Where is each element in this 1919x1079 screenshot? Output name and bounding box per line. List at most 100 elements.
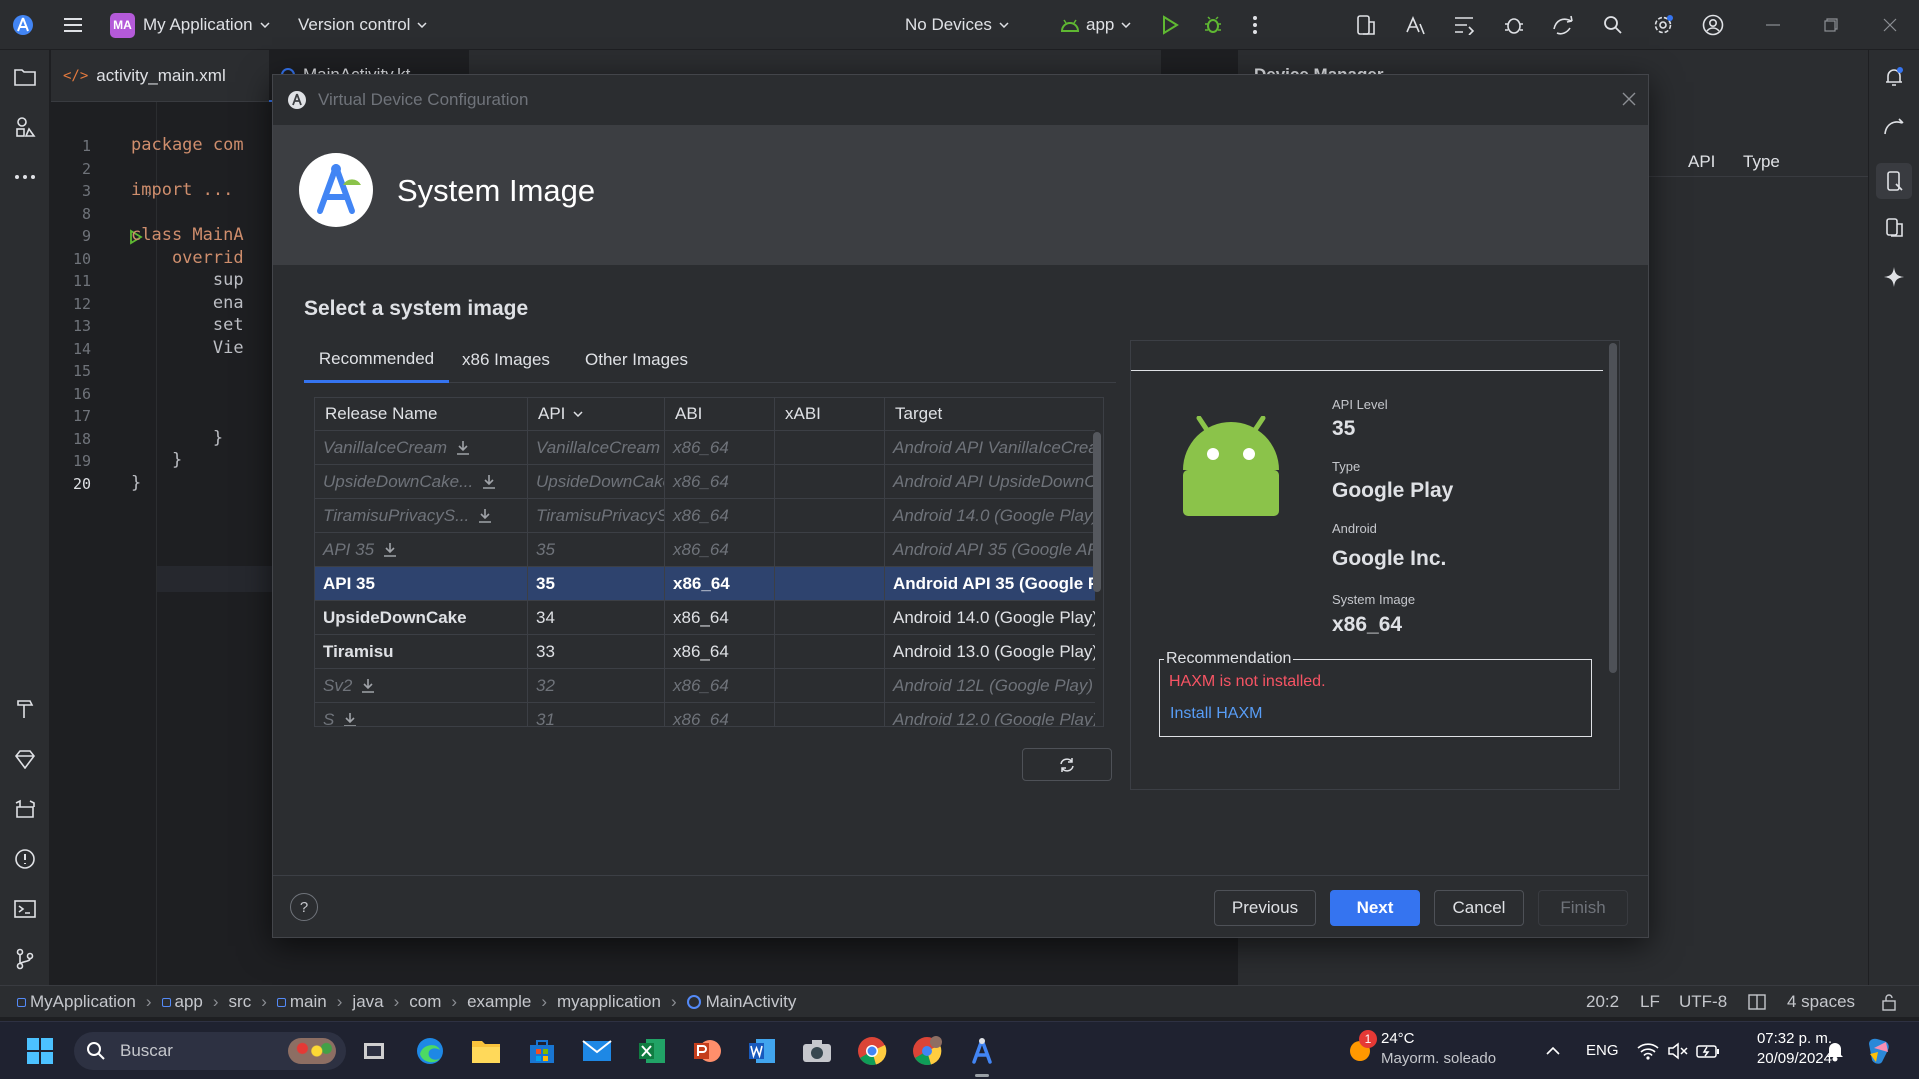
device-selector[interactable]: No Devices <box>905 0 1009 50</box>
account-icon[interactable] <box>1698 10 1728 40</box>
gemini-gem-icon[interactable] <box>11 745 39 773</box>
download-icon[interactable] <box>342 712 358 726</box>
code-line[interactable]: } <box>131 450 182 470</box>
tab-activity-main-xml[interactable]: </> activity_main.xml <box>51 50 261 102</box>
code-line[interactable]: } <box>131 473 141 493</box>
mail-icon[interactable] <box>581 1035 613 1067</box>
breadcrumb-item[interactable]: java <box>352 992 383 1012</box>
download-icon[interactable] <box>481 474 497 490</box>
table-scrollbar[interactable] <box>1093 432 1101 592</box>
restore-icon[interactable] <box>1816 10 1846 40</box>
minimize-icon[interactable] <box>1758 10 1788 40</box>
code-line[interactable]: import ... <box>131 180 233 200</box>
weather-widget[interactable]: 1 24°C Mayorm. soleado <box>1345 1028 1505 1074</box>
clock[interactable]: 07:32 p. m. 20/09/2024 <box>1732 1028 1832 1074</box>
copilot-icon[interactable] <box>1863 1035 1895 1067</box>
code-line[interactable]: sup <box>131 270 244 290</box>
app-inspection-icon[interactable] <box>1499 10 1529 40</box>
resource-manager-icon[interactable] <box>11 113 39 141</box>
previous-button[interactable]: Previous <box>1214 890 1316 926</box>
sync-gradle-icon[interactable] <box>1548 10 1578 40</box>
wifi-icon[interactable] <box>1632 1035 1664 1067</box>
notification-bell-icon[interactable] <box>1819 1035 1851 1067</box>
edge-browser-icon[interactable] <box>414 1035 446 1067</box>
chrome-icon[interactable] <box>856 1035 888 1067</box>
next-button[interactable]: Next <box>1330 890 1420 926</box>
line-separator[interactable]: LF <box>1640 986 1660 1018</box>
table-row[interactable]: API 35 35 x86_64 Android API 35 (Google API… <box>315 532 1095 566</box>
column-release-name[interactable]: Release Name <box>315 398 528 430</box>
excel-icon[interactable] <box>636 1035 668 1067</box>
table-row[interactable]: Sv2 32 x86_64 Android 12L (Google Play) <box>315 668 1095 702</box>
download-icon[interactable] <box>477 508 493 524</box>
table-row[interactable]: S 31 x86_64 Android 12.0 (Google Play) <box>315 702 1095 726</box>
column-type[interactable]: Type <box>1743 152 1780 172</box>
close-dialog-icon[interactable] <box>1622 92 1636 106</box>
code-line[interactable]: Vie <box>131 338 244 358</box>
notifications-bell-icon[interactable] <box>1880 63 1908 91</box>
device-mirror-icon[interactable] <box>1350 10 1380 40</box>
breadcrumb-item[interactable]: src <box>229 992 252 1012</box>
main-menu-icon[interactable] <box>58 10 88 40</box>
table-row[interactable]: API 35 35 x86_64 Android API 35 (Google Pla… <box>315 566 1095 600</box>
table-row[interactable]: UpsideDownCake... UpsideDownCake x86_64 And… <box>315 464 1095 498</box>
word-icon[interactable] <box>746 1035 778 1067</box>
file-encoding[interactable]: UTF-8 <box>1679 986 1727 1018</box>
code-line[interactable]: package com <box>131 135 244 155</box>
gemini-sparkle-icon[interactable] <box>1880 263 1908 291</box>
battery-charging-icon[interactable] <box>1692 1035 1724 1067</box>
android-studio-logo-icon[interactable] <box>8 10 38 40</box>
project-selector[interactable]: MA My Application <box>110 0 270 50</box>
more-tools-icon[interactable] <box>11 163 39 191</box>
camera-icon[interactable] <box>801 1035 833 1067</box>
download-icon[interactable] <box>360 678 376 694</box>
android-studio-taskbar-icon[interactable] <box>966 1035 998 1067</box>
debug-icon[interactable] <box>1198 10 1228 40</box>
breadcrumb-item[interactable]: app <box>175 992 203 1012</box>
vcs-selector[interactable]: Version control <box>298 0 427 50</box>
tab-recommended[interactable]: Recommended <box>304 337 449 383</box>
file-explorer-icon[interactable] <box>470 1035 502 1067</box>
table-row[interactable]: VanillaIceCream VanillaIceCream x86_64 Andr… <box>315 430 1095 464</box>
gemini-translate-icon[interactable] <box>1400 10 1430 40</box>
input-language[interactable]: ENG <box>1586 1042 1619 1059</box>
refresh-button[interactable] <box>1022 748 1112 781</box>
powerpoint-icon[interactable] <box>691 1035 723 1067</box>
details-scrollbar[interactable] <box>1609 343 1617 673</box>
volume-muted-icon[interactable] <box>1662 1035 1694 1067</box>
windows-start-icon[interactable] <box>24 1035 56 1067</box>
column-xabi[interactable]: xABI <box>775 398 885 430</box>
breadcrumb-item[interactable]: example <box>467 992 531 1012</box>
column-api[interactable]: API <box>528 398 665 430</box>
table-row[interactable]: Tiramisu 33 x86_64 Android 13.0 (Google Pla… <box>315 634 1095 668</box>
project-folder-icon[interactable] <box>11 63 39 91</box>
help-button[interactable]: ? <box>290 893 318 921</box>
close-window-icon[interactable] <box>1875 10 1905 40</box>
run-config-selector[interactable]: app <box>1060 0 1131 50</box>
run-icon[interactable] <box>1155 10 1185 40</box>
breadcrumb-item[interactable]: MainActivity <box>706 992 797 1012</box>
code-line[interactable]: class MainA <box>131 225 244 245</box>
settings-gear-icon[interactable] <box>1648 10 1678 40</box>
column-abi[interactable]: ABI <box>665 398 775 430</box>
indent-setting[interactable]: 4 spaces <box>1787 986 1855 1018</box>
problems-icon[interactable] <box>11 845 39 873</box>
tab-other-images[interactable]: Other Images <box>574 337 699 383</box>
breadcrumb-item[interactable]: myapplication <box>557 992 661 1012</box>
code-line[interactable]: overrid <box>131 248 244 268</box>
terminal-icon[interactable] <box>11 895 39 923</box>
download-icon[interactable] <box>455 440 471 456</box>
breadcrumb-item[interactable]: MyApplication <box>30 992 136 1012</box>
download-icon[interactable] <box>382 542 398 558</box>
chrome-profile-icon[interactable] <box>911 1035 943 1067</box>
breadcrumb-item[interactable]: com <box>409 992 441 1012</box>
cancel-button[interactable]: Cancel <box>1434 890 1524 926</box>
lock-icon[interactable] <box>1880 986 1898 1018</box>
device-manager-icon[interactable] <box>1876 163 1912 199</box>
microsoft-store-icon[interactable] <box>526 1035 558 1067</box>
running-devices-icon[interactable] <box>1880 213 1908 241</box>
column-target[interactable]: Target <box>885 398 1103 430</box>
build-hammer-icon[interactable] <box>11 695 39 723</box>
read-only-icon[interactable] <box>1748 986 1766 1018</box>
tab-x86-images[interactable]: x86 Images <box>456 337 556 383</box>
